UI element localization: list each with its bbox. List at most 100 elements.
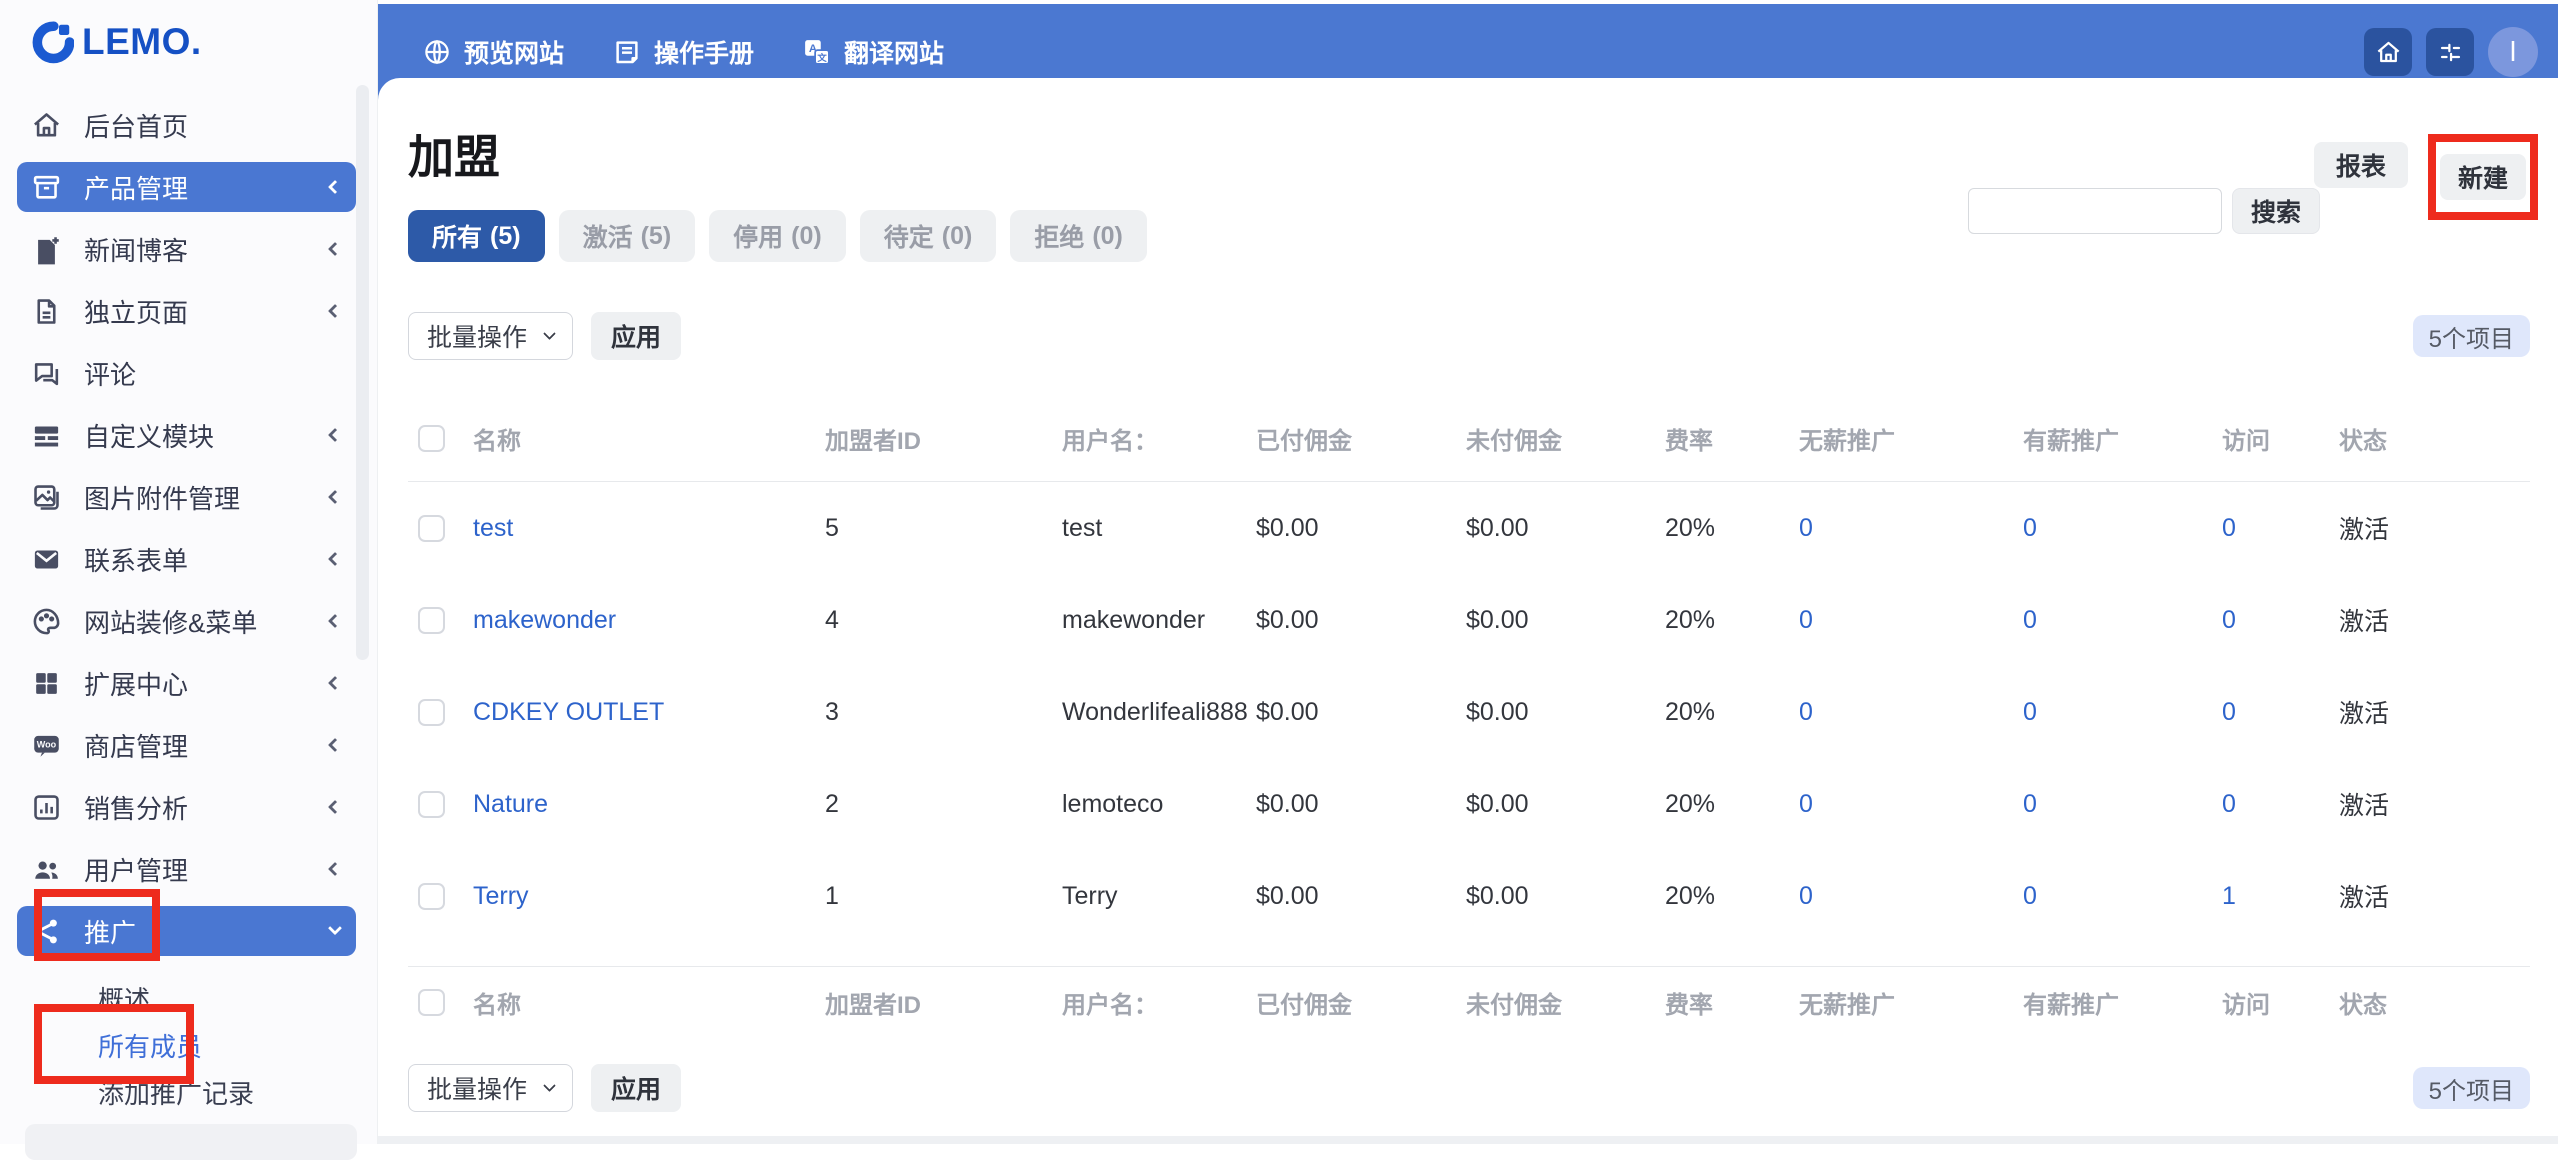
sidebar-item[interactable]: 后台首页 [17,100,356,150]
globe-icon [422,37,452,67]
affiliate-name-link[interactable]: CDKEY OUTLET [464,698,816,727]
affiliate-id: 3 [825,697,839,726]
column-header: 加盟者ID [825,428,921,455]
filter-tab[interactable]: 拒绝 (0) [1010,210,1147,262]
visits-link[interactable]: 0 [2213,514,2330,543]
sidebar-item[interactable]: 网站装修&菜单 [17,596,356,646]
sidebar-item[interactable]: 评论 [17,348,356,398]
search-input[interactable] [1967,188,2222,234]
visits-link[interactable]: 0 [2213,698,2330,727]
table-row: makewonder 4 makewonder $0.00 $0.00 20% … [408,574,2530,666]
images-icon [31,482,62,513]
paid-referrals-link[interactable]: 0 [2014,606,2213,635]
sidebar-item[interactable]: 推广 [17,906,356,956]
sidebar-item[interactable]: 扩展中心 [17,658,356,708]
paid-referrals-link[interactable]: 0 [2014,514,2213,543]
sidebar-item[interactable]: Woo 商店管理 [17,720,356,770]
sidebar-item-label: 推广 [84,917,137,948]
column-header: 名称 [473,428,521,455]
sidebar-item[interactable]: 新闻博客 [17,224,356,274]
username: test [1062,513,1103,542]
logo-text: LEMO. [82,21,202,62]
affiliate-name-link[interactable]: makewonder [464,606,816,635]
affiliate-id: 4 [825,605,839,634]
filter-tab[interactable]: 所有 (5) [408,210,545,262]
topbar-link[interactable]: A文 翻译网站 [802,34,944,70]
status-value: 激活 [2339,516,2390,544]
news-icon [31,234,62,265]
svg-text:Woo: Woo [37,739,57,749]
bulk-actions-row-bottom: 批量操作 应用 5个项目 [408,1064,2530,1112]
select-all-checkbox[interactable] [418,425,445,452]
column-header: 访问 [2222,992,2270,1019]
paid-referrals-link[interactable]: 0 [2014,882,2213,911]
woo-icon: Woo [31,730,62,761]
sidebar-item[interactable]: 销售分析 [17,782,356,832]
search-button[interactable]: 搜索 [2231,188,2320,234]
unpaid-referrals-link[interactable]: 0 [1790,882,2014,911]
unpaid-commission: $0.00 [1466,697,1529,726]
unpaid-referrals-link[interactable]: 0 [1790,698,2014,727]
logo[interactable]: LEMO. [30,20,202,64]
submenu-item[interactable]: 所有成员 [98,1022,254,1069]
unpaid-referrals-link[interactable]: 0 [1790,514,2014,543]
user-avatar[interactable]: l [2488,27,2538,77]
visits-link[interactable]: 0 [2213,606,2330,635]
sidebar-item-label: 扩展中心 [84,669,189,700]
sidebar-item[interactable]: 用户管理 [17,844,356,894]
affiliate-name-link[interactable]: test [464,514,816,543]
paid-referrals-link[interactable]: 0 [2014,698,2213,727]
topbar-link[interactable]: 预览网站 [422,34,564,70]
row-checkbox[interactable] [418,790,445,818]
report-button[interactable]: 报表 [2313,142,2408,188]
chevron-icon [327,799,343,815]
row-checkbox[interactable] [418,882,445,910]
paid-commission: $0.00 [1256,605,1319,634]
apply-button[interactable]: 应用 [591,312,682,360]
submenu-item[interactable]: 概述 [98,975,254,1022]
apply-button-bottom[interactable]: 应用 [591,1064,682,1112]
filter-tab[interactable]: 停用 (0) [709,210,846,262]
unpaid-referrals-link[interactable]: 0 [1790,790,2014,819]
row-checkbox[interactable] [418,514,445,542]
sidebar-scrollbar[interactable] [356,85,369,660]
row-checkbox[interactable] [418,606,445,634]
username: Terry [1062,881,1118,910]
filter-tab[interactable]: 激活 (5) [558,210,696,262]
chevron-down-icon [543,326,556,340]
topbar-link[interactable]: 操作手册 [612,34,754,70]
search-row: 搜索 [1967,188,2320,234]
sidebar-item[interactable]: 图片附件管理 [17,472,356,522]
row-checkbox[interactable] [418,698,445,726]
visits-link[interactable]: 1 [2213,882,2330,911]
submenu-item[interactable]: 添加推广记录 [98,1069,254,1116]
affiliate-name-link[interactable]: Nature [464,790,816,819]
sidebar-item[interactable]: 产品管理 [17,162,356,212]
status-value: 激活 [2339,700,2390,728]
affiliate-name-link[interactable]: Terry [464,882,816,911]
sidebar-item[interactable]: 联系表单 [17,534,356,584]
bulk-action-dropdown-bottom[interactable]: 批量操作 [408,1064,574,1112]
topbar-action-button[interactable] [2426,28,2474,76]
topbar-link-label: 预览网站 [464,40,565,68]
home-icon [31,110,62,141]
filter-tab[interactable]: 待定 (0) [859,210,997,262]
chevron-icon [327,613,343,629]
main-content: 加盟 所有 (5) 激活 (5) 停用 (0) 待定 (0) 拒绝 (0) 报表… [378,78,2558,1144]
paid-commission: $0.00 [1256,513,1319,542]
unpaid-referrals-link[interactable]: 0 [1790,606,2014,635]
column-header: 无薪推广 [1799,428,1895,455]
rate: 20% [1665,697,1716,726]
affiliate-id: 2 [825,789,839,818]
bulk-action-dropdown[interactable]: 批量操作 [408,312,574,360]
visits-link[interactable]: 0 [2213,790,2330,819]
sidebar-item[interactable]: 独立页面 [17,286,356,336]
settings-sliders-icon [2437,39,2464,66]
topbar-actions: l [2364,27,2538,77]
sidebar-item[interactable]: 自定义模块 [17,410,356,460]
paid-referrals-link[interactable]: 0 [2014,790,2213,819]
select-all-checkbox-bottom[interactable] [418,989,445,1016]
column-header: 加盟者ID [825,992,921,1019]
topbar-action-button[interactable] [2364,28,2412,76]
column-header: 状态 [2339,428,2387,455]
